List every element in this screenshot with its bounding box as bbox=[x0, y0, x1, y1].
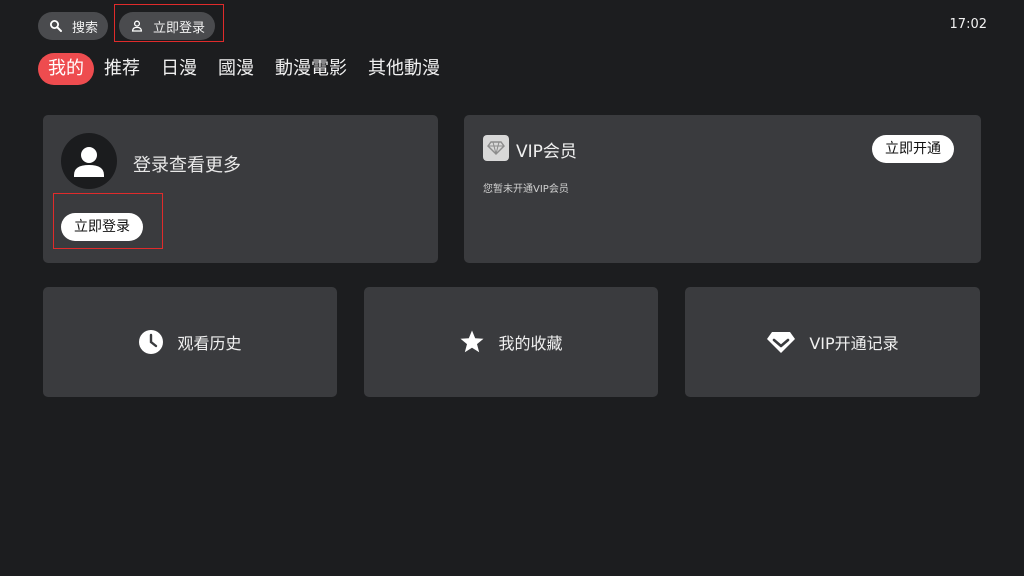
star-icon bbox=[460, 330, 484, 353]
vip-status-text: 您暂未开通VIP会员 bbox=[483, 184, 569, 195]
avatar-person-icon bbox=[74, 147, 104, 177]
vip-title: VIP会员 bbox=[516, 142, 577, 162]
watch-history-card[interactable]: 观看历史 bbox=[43, 287, 337, 397]
tab-chinese-anime[interactable]: 國漫 bbox=[218, 53, 254, 85]
top-login-button[interactable]: 立即登录 bbox=[119, 12, 215, 40]
watch-history-label: 观看历史 bbox=[177, 334, 242, 353]
vip-records-card[interactable]: VIP开通记录 bbox=[685, 287, 980, 397]
top-login-label: 立即登录 bbox=[153, 20, 206, 36]
search-icon bbox=[50, 20, 62, 32]
vip-card: VIP会员 您暂未开通VIP会员 立即开通 bbox=[464, 115, 981, 263]
login-prompt-title: 登录查看更多 bbox=[133, 155, 241, 176]
vip-diamond-icon bbox=[483, 135, 509, 161]
clock-icon bbox=[139, 330, 164, 354]
tab-recommend[interactable]: 推荐 bbox=[104, 53, 140, 85]
diamond-icon bbox=[767, 332, 796, 353]
vip-records-label: VIP开通记录 bbox=[809, 334, 899, 353]
user-icon bbox=[131, 20, 143, 32]
favorites-card[interactable]: 我的收藏 bbox=[364, 287, 658, 397]
tab-other-anime[interactable]: 其他動漫 bbox=[368, 53, 440, 85]
avatar bbox=[61, 133, 117, 189]
tab-bar: 我的 推荐 日漫 國漫 動漫電影 其他動漫 bbox=[38, 53, 461, 85]
clock: 17:02 bbox=[949, 17, 987, 32]
vip-activate-button[interactable]: 立即开通 bbox=[872, 135, 954, 163]
search-label: 搜索 bbox=[72, 20, 99, 36]
tab-anime-movies[interactable]: 動漫電影 bbox=[275, 53, 347, 85]
favorites-label: 我的收藏 bbox=[498, 334, 563, 353]
search-button[interactable]: 搜索 bbox=[38, 12, 108, 40]
login-button[interactable]: 立即登录 bbox=[61, 213, 143, 241]
login-card: 登录查看更多 立即登录 bbox=[43, 115, 438, 263]
tab-japanese-anime[interactable]: 日漫 bbox=[161, 53, 197, 85]
tab-mine[interactable]: 我的 bbox=[38, 53, 94, 85]
page: 搜索 立即登录 17:02 我的 推荐 日漫 國漫 動漫電影 其他動漫 登录查看… bbox=[0, 0, 1024, 576]
